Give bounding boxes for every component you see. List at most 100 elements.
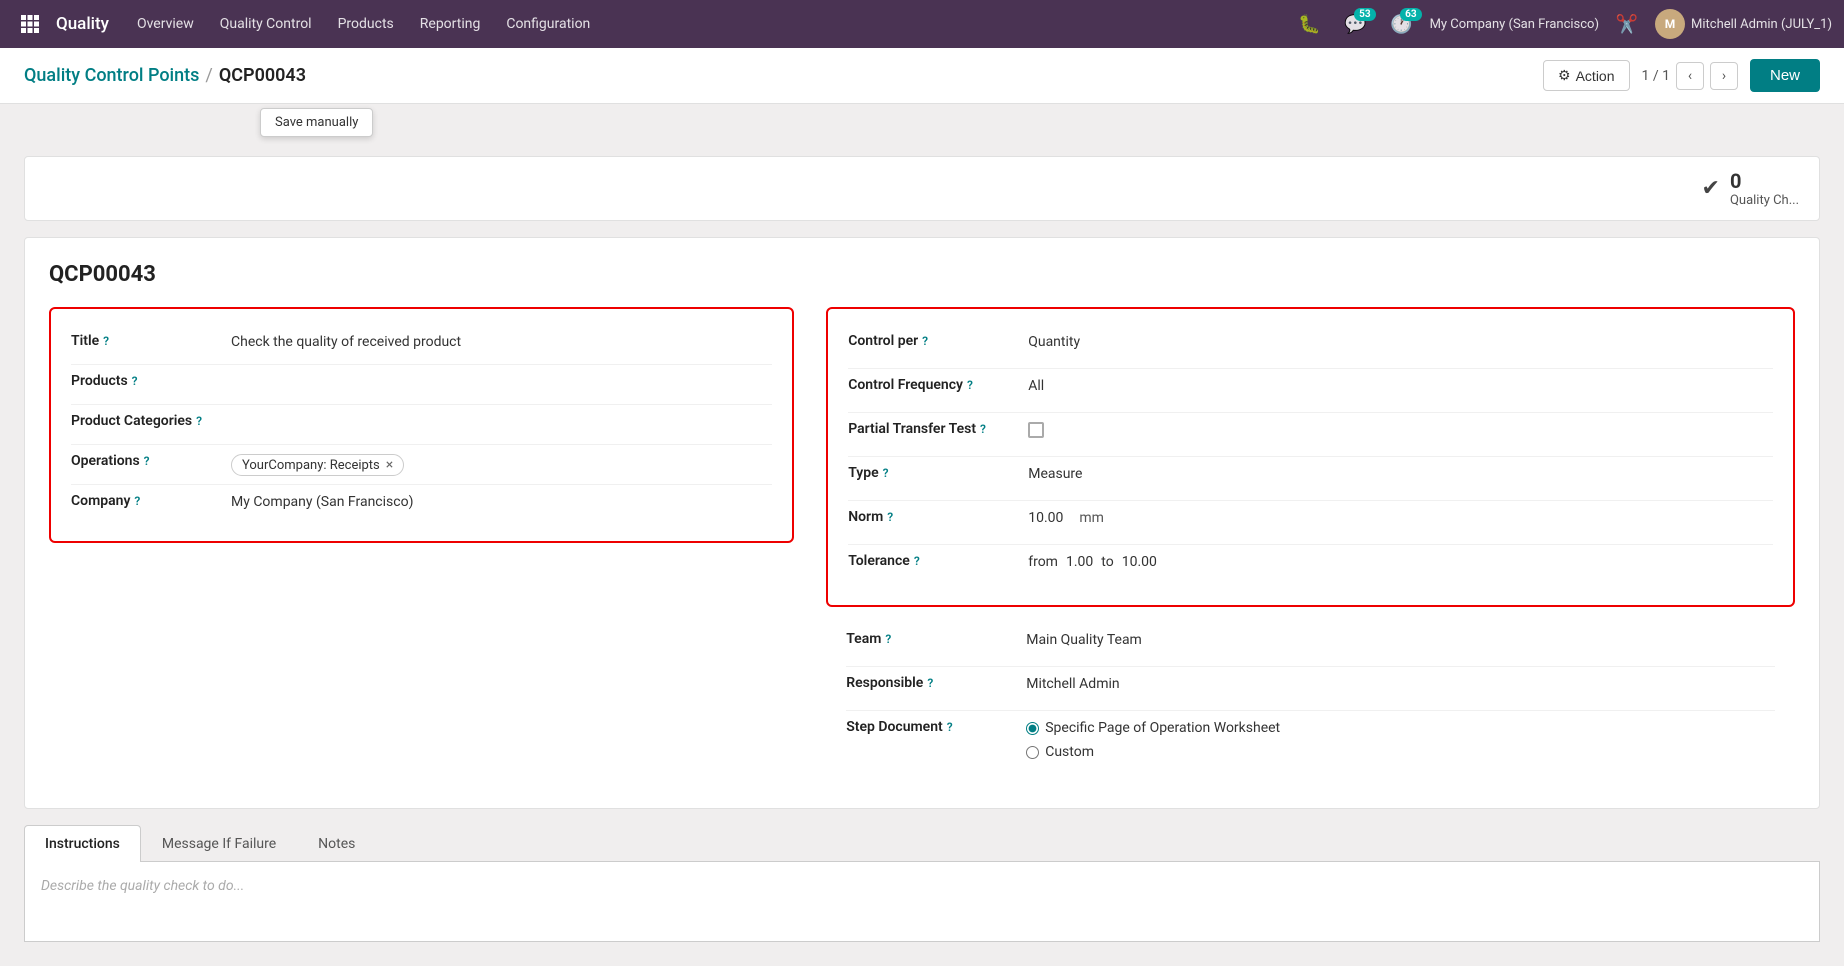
breadcrumb: Quality Control Points / QCP00043 [24,65,306,86]
control-frequency-field-row: Control Frequency ? All [848,369,1773,413]
team-field-row: Team ? Main Quality Team [846,623,1775,667]
product-categories-label: Product Categories ? [71,413,231,429]
step-document-field-row: Step Document ? Specific Page of Operati… [846,711,1775,768]
type-field-row: Type ? Measure [848,457,1773,501]
title-field-row: Title ? Check the quality of received pr… [71,325,772,365]
settings-icon-button[interactable]: ✂️ [1609,6,1645,42]
control-frequency-help-icon[interactable]: ? [967,378,973,392]
quality-checks-stat[interactable]: ✔ 0 Quality Ch... [1702,169,1799,208]
tolerance-to-label: to [1101,554,1113,570]
step-doc-option2[interactable]: Custom [1026,744,1094,760]
brand-logo: Quality [56,14,109,34]
breadcrumb-actions: ⚙ Action 1 / 1 ‹ › New [1543,59,1820,92]
tab-placeholder[interactable]: Describe the quality check to do... [41,878,1803,894]
control-frequency-label: Control Frequency ? [848,377,1028,393]
norm-field-row: Norm ? 10.00 mm [848,501,1773,545]
partial-transfer-value [1028,421,1773,438]
form-area: QCP00043 Title ? Check the quality of re… [24,237,1820,809]
title-label: Title ? [71,333,231,349]
form-title: QCP00043 [49,262,1795,287]
tolerance-value-group: from 1.00 to 10.00 [1028,553,1773,570]
nav-overview[interactable]: Overview [125,10,206,38]
team-value[interactable]: Main Quality Team [1026,631,1775,648]
step-doc-option1-label: Specific Page of Operation Worksheet [1045,720,1280,736]
apps-menu-button[interactable] [12,6,48,42]
tab-notes[interactable]: Notes [297,825,376,862]
action-button[interactable]: ⚙ Action [1543,60,1629,91]
new-button[interactable]: New [1750,59,1820,92]
control-per-label: Control per ? [848,333,1028,349]
step-doc-radio-1[interactable] [1026,722,1039,735]
step-document-options: Specific Page of Operation Worksheet Cus… [1026,719,1775,760]
control-frequency-value[interactable]: All [1028,377,1773,394]
nav-quality-control[interactable]: Quality Control [208,10,324,38]
tolerance-label: Tolerance ? [848,553,1028,569]
clock-icon-button[interactable]: 🕐 63 [1384,6,1420,42]
norm-help-icon[interactable]: ? [887,510,893,524]
norm-label: Norm ? [848,509,1028,525]
products-label: Products ? [71,373,231,389]
operations-value: YourCompany: Receipts × [231,453,772,476]
save-manually-tooltip[interactable]: Save manually [260,108,373,137]
company-selector[interactable]: My Company (San Francisco) [1430,17,1599,32]
checkmark-icon: ✔ [1702,176,1720,201]
step-doc-option1[interactable]: Specific Page of Operation Worksheet [1026,720,1280,736]
breadcrumb-parent-link[interactable]: Quality Control Points [24,65,199,86]
partial-transfer-help-icon[interactable]: ? [980,422,986,436]
partial-transfer-checkbox[interactable] [1028,422,1044,438]
norm-value[interactable]: 10.00 [1028,510,1063,526]
user-menu[interactable]: M Mitchell Admin (JULY_1) [1655,9,1832,39]
responsible-help-icon[interactable]: ? [927,676,933,690]
partial-transfer-label: Partial Transfer Test ? [848,421,1028,437]
main-content: ✔ 0 Quality Ch... QCP00043 Title [0,140,1844,966]
next-page-button[interactable]: › [1710,62,1738,90]
tolerance-help-icon[interactable]: ? [914,554,920,568]
operations-help-icon[interactable]: ? [144,454,150,468]
breadcrumb-separator: / [205,65,212,86]
tab-instructions[interactable]: Instructions [24,825,141,862]
title-help-icon[interactable]: ? [103,334,109,348]
prev-page-button[interactable]: ‹ [1676,62,1704,90]
page-navigation: 1 / 1 ‹ › [1642,62,1738,90]
type-help-icon[interactable]: ? [883,466,889,480]
step-document-help-icon[interactable]: ? [947,720,953,734]
quality-checks-count: 0 [1730,169,1799,193]
tolerance-from-value[interactable]: 1.00 [1066,554,1093,570]
products-value[interactable] [231,373,772,374]
operations-field-row: Operations ? YourCompany: Receipts × [71,445,772,485]
responsible-value[interactable]: Mitchell Admin [1026,675,1775,692]
company-help-icon[interactable]: ? [134,494,140,508]
products-field-row: Products ? [71,365,772,405]
control-per-field-row: Control per ? Quantity [848,325,1773,369]
outside-right-fields: Team ? Main Quality Team Responsible ? [826,607,1795,784]
product-categories-value[interactable] [231,413,772,414]
avatar: M [1655,9,1685,39]
left-panel: Title ? Check the quality of received pr… [49,307,794,543]
form-right: Control per ? Quantity Control Frequency… [826,307,1795,784]
bug-icon-button[interactable]: 🐛 [1292,6,1328,42]
clock-badge: 63 [1400,8,1421,21]
right-panel: Control per ? Quantity Control Frequency… [826,307,1795,607]
nav-configuration[interactable]: Configuration [494,10,602,38]
company-field-row: Company ? My Company (San Francisco) [71,485,772,525]
type-value[interactable]: Measure [1028,465,1773,482]
operations-tag-remove[interactable]: × [386,457,393,473]
nav-products[interactable]: Products [326,10,406,38]
nav-reporting[interactable]: Reporting [408,10,493,38]
company-label: Company ? [71,493,231,509]
control-per-value[interactable]: Quantity [1028,333,1773,350]
tabs-bar: Instructions Message If Failure Notes [24,825,1820,862]
control-per-help-icon[interactable]: ? [922,334,928,348]
product-categories-help-icon[interactable]: ? [196,414,202,428]
tolerance-to-value[interactable]: 10.00 [1122,554,1157,570]
operations-label: Operations ? [71,453,231,469]
tab-content-instructions: Describe the quality check to do... [24,862,1820,942]
norm-unit: mm [1079,510,1104,526]
tab-message-if-failure[interactable]: Message If Failure [141,825,297,862]
products-help-icon[interactable]: ? [132,374,138,388]
chat-icon-button[interactable]: 💬 53 [1338,6,1374,42]
step-doc-radio-2[interactable] [1026,746,1039,759]
form-columns: Title ? Check the quality of received pr… [49,307,1795,784]
top-menu: Overview Quality Control Products Report… [125,10,1288,38]
team-help-icon[interactable]: ? [885,632,891,646]
